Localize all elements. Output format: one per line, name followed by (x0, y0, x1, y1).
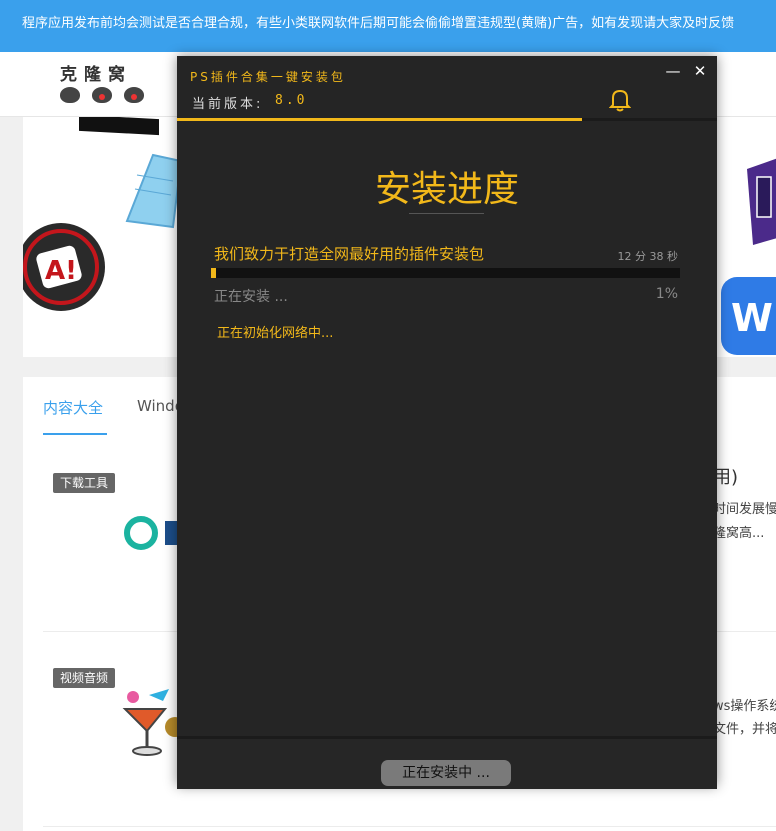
peek-desc: 隆窝高... (713, 526, 765, 541)
time-remaining: 12 分 38 秒 (617, 250, 678, 263)
notepad-icon (125, 153, 183, 229)
wps-app-icon: W (721, 277, 776, 355)
install-status: 正在安装 ... (214, 289, 288, 305)
peek-desc: 时间发展慢 (713, 502, 776, 517)
progress-bar-fill (211, 268, 216, 278)
install-percent: 1% (655, 286, 678, 302)
purple-app-icon (747, 158, 776, 245)
slogan-text: 我们致力于打造全网最好用的插件安装包 (214, 245, 485, 263)
installer-title: PS插件合集一键安装包 (190, 70, 346, 84)
close-button[interactable]: ✕ (691, 62, 709, 80)
version-label: 当前版本: (192, 97, 264, 112)
progress-heading: 安装进度 (374, 169, 519, 210)
notice-bar: 程序应用发布前均会测试是否合理合规，有些小类联网软件后期可能会偷偷增置违规型(黄… (0, 0, 776, 52)
site-logo[interactable]: 克隆窝 (60, 60, 150, 110)
progress-bar (211, 268, 680, 278)
heading-underline (409, 213, 484, 214)
minimize-button[interactable]: — (664, 62, 682, 80)
category-tag[interactable]: 视频音频 (53, 668, 116, 688)
installer-window: PS插件合集一键安装包 当前版本: 8.0 — ✕ 安装进度 我们致力于打造全网… (177, 56, 717, 789)
category-tag[interactable]: 下载工具 (53, 473, 116, 493)
installing-button[interactable]: 正在安装中 ... (381, 760, 511, 786)
bug-icon (60, 87, 80, 103)
list-divider (43, 826, 776, 827)
bug-icon (92, 87, 112, 103)
peek-desc: ws操作系统 (713, 699, 776, 714)
logo-bugs (60, 87, 150, 103)
bell-icon[interactable] (609, 88, 631, 112)
svg-text:W: W (731, 296, 773, 340)
bug-icon (124, 87, 144, 103)
logo-text: 克隆窝 (60, 65, 132, 85)
network-status: 正在初始化网络中... (217, 326, 334, 341)
tab-active-indicator (43, 433, 107, 435)
header-accent-line (177, 118, 582, 121)
svg-text:A!: A! (45, 256, 77, 286)
black-stripe-graphic (79, 117, 159, 136)
download-tool-icon (124, 516, 177, 550)
version-value: 8.0 (275, 93, 308, 108)
close-icon: ✕ (693, 62, 707, 80)
tab-content[interactable]: 内容大全 (43, 397, 103, 418)
notice-text: 程序应用发布前均会测试是否合理合规，有些小类联网软件后期可能会偷偷增置违规型(黄… (22, 16, 735, 31)
cocktail-app-icon (122, 689, 179, 756)
app-a-icon: A! (23, 223, 105, 311)
minimize-icon: — (665, 62, 681, 80)
peek-desc: 文件，并将 (713, 722, 776, 737)
